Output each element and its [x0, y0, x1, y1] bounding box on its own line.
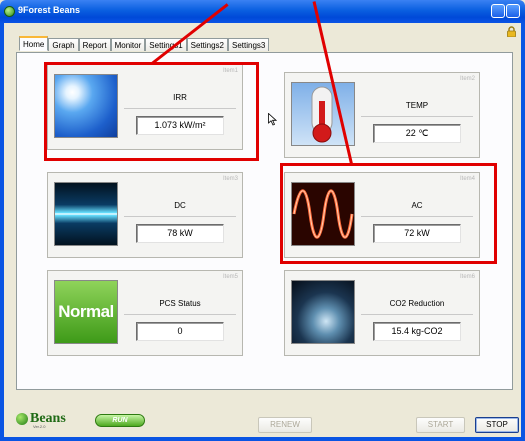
beans-logo-icon [16, 413, 28, 425]
card-co2-reduction: Item6 CO2 Reduction 15.4 kg-CO2 [284, 270, 480, 356]
co2-value: 15.4 kg-CO2 [373, 322, 461, 341]
card-divider [361, 314, 473, 315]
tab-report[interactable]: Report [78, 38, 111, 51]
card-item-tag: Item2 [459, 76, 475, 82]
card-item-tag: Item3 [222, 176, 238, 182]
dc-value: 78 kW [136, 224, 224, 243]
highlight-box-irr [44, 62, 259, 161]
mouse-cursor-icon [268, 113, 277, 126]
temp-value: 22 ℃ [373, 124, 461, 143]
tab-monitor[interactable]: Monitor [110, 38, 146, 51]
tab-settings2[interactable]: Settings2 [186, 38, 228, 51]
start-button[interactable]: START [416, 417, 465, 433]
run-status-badge: RUN [95, 414, 145, 427]
window-title: 9Forest Beans [18, 5, 81, 15]
dc-image [54, 182, 118, 246]
card-temp: Item2 TEMP 22 ℃ [284, 72, 480, 158]
maximize-button[interactable] [506, 4, 520, 18]
tab-home[interactable]: Home [19, 36, 49, 51]
version-label: Ver.2.0 [33, 424, 46, 429]
renew-button[interactable]: RENEW [258, 417, 312, 433]
title-bar: 9Forest Beans [0, 0, 525, 23]
normal-badge: Normal [58, 302, 114, 321]
pcs-status-value: 0 [136, 322, 224, 341]
card-divider [124, 314, 236, 315]
card-dc: Item3 DC 78 kW [47, 172, 243, 258]
card-title: TEMP [405, 101, 429, 110]
window-frame-right [521, 23, 525, 441]
lock-icon[interactable] [506, 26, 517, 37]
card-item-tag: Item6 [459, 274, 475, 280]
app-icon [4, 6, 15, 17]
card-divider [124, 216, 236, 217]
tab-graph[interactable]: Graph [48, 38, 79, 51]
card-title: PCS Status [159, 299, 201, 308]
card-pcs-status: Item5 Normal PCS Status 0 [47, 270, 243, 356]
window-frame-bottom [0, 437, 525, 441]
tab-strip: Home Graph Report Monitor Settings1 Sett… [19, 36, 270, 52]
tab-settings3[interactable]: Settings3 [228, 38, 270, 51]
stop-button[interactable]: STOP [475, 417, 519, 433]
minimize-button[interactable] [491, 4, 505, 18]
card-title: CO2 Reduction [389, 299, 445, 308]
highlight-box-ac [280, 163, 497, 264]
pcs-status-image: Normal [54, 280, 118, 344]
card-divider [361, 116, 473, 117]
card-item-tag: Item5 [222, 274, 238, 280]
card-title: DC [174, 201, 186, 210]
earth-image [291, 280, 355, 344]
